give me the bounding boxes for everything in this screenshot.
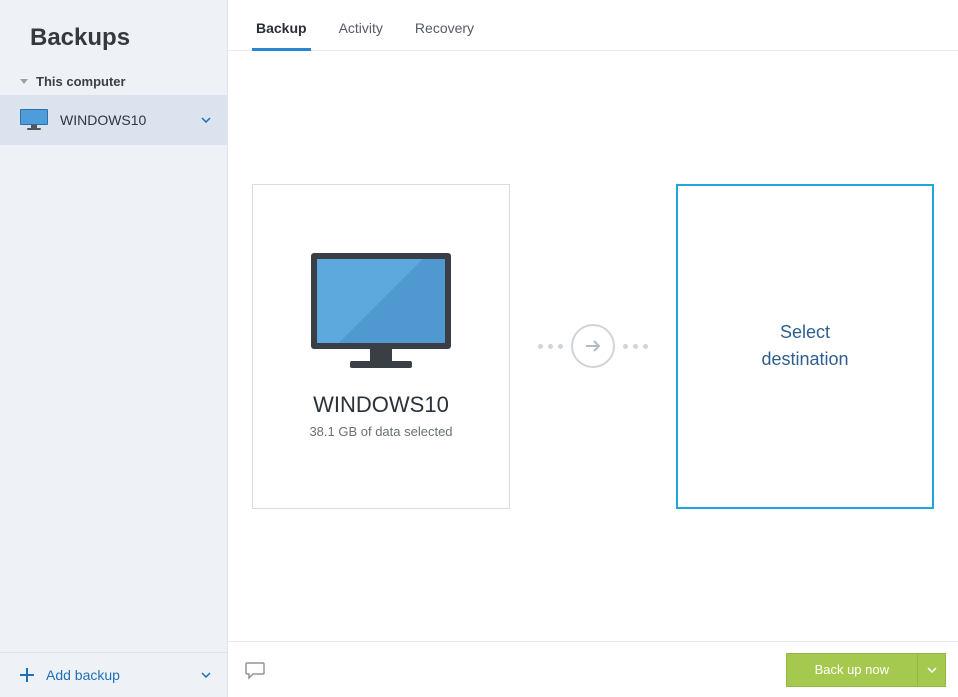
dest-line2: destination bbox=[761, 349, 848, 369]
monitor-icon bbox=[20, 109, 48, 131]
chevron-down-icon[interactable] bbox=[201, 115, 211, 125]
destination-text: Select destination bbox=[761, 319, 848, 373]
destination-card[interactable]: Select destination bbox=[676, 184, 934, 509]
backup-now-button[interactable]: Back up now bbox=[786, 653, 946, 687]
sidebar-item-label: WINDOWS10 bbox=[60, 112, 189, 128]
sidebar-section-this-computer[interactable]: This computer bbox=[0, 68, 227, 95]
feedback-icon[interactable] bbox=[244, 660, 266, 680]
add-backup-label: Add backup bbox=[46, 667, 189, 683]
tabs: Backup Activity Recovery bbox=[228, 0, 958, 51]
monitor-icon bbox=[311, 253, 451, 368]
backup-now-dropdown[interactable] bbox=[918, 653, 946, 687]
tab-recovery[interactable]: Recovery bbox=[411, 20, 478, 50]
content: WINDOWS10 38.1 GB of data selected Selec… bbox=[228, 51, 958, 641]
dots-icon bbox=[623, 344, 648, 349]
arrow-separator bbox=[538, 324, 648, 368]
backup-now-label: Back up now bbox=[786, 653, 918, 687]
dest-line1: Select bbox=[780, 322, 830, 342]
source-card[interactable]: WINDOWS10 38.1 GB of data selected bbox=[252, 184, 510, 509]
sidebar-item-windows10[interactable]: WINDOWS10 bbox=[0, 95, 227, 145]
add-backup-button[interactable]: Add backup bbox=[0, 652, 227, 697]
source-title: WINDOWS10 bbox=[313, 392, 449, 418]
dots-icon bbox=[538, 344, 563, 349]
sidebar: Backups This computer WINDOWS10 Add back… bbox=[0, 0, 228, 697]
caret-down-icon bbox=[20, 79, 28, 84]
sidebar-section-label: This computer bbox=[36, 74, 126, 89]
arrow-right-icon bbox=[571, 324, 615, 368]
plus-icon bbox=[20, 668, 34, 682]
chevron-down-icon[interactable] bbox=[201, 670, 211, 680]
bottom-bar: Back up now bbox=[228, 641, 958, 697]
tab-activity[interactable]: Activity bbox=[335, 20, 387, 50]
source-subtitle: 38.1 GB of data selected bbox=[309, 424, 452, 439]
tab-backup[interactable]: Backup bbox=[252, 20, 311, 50]
sidebar-title: Backups bbox=[0, 0, 227, 68]
main: Backup Activity Recovery WINDOWS10 38.1 … bbox=[228, 0, 958, 697]
